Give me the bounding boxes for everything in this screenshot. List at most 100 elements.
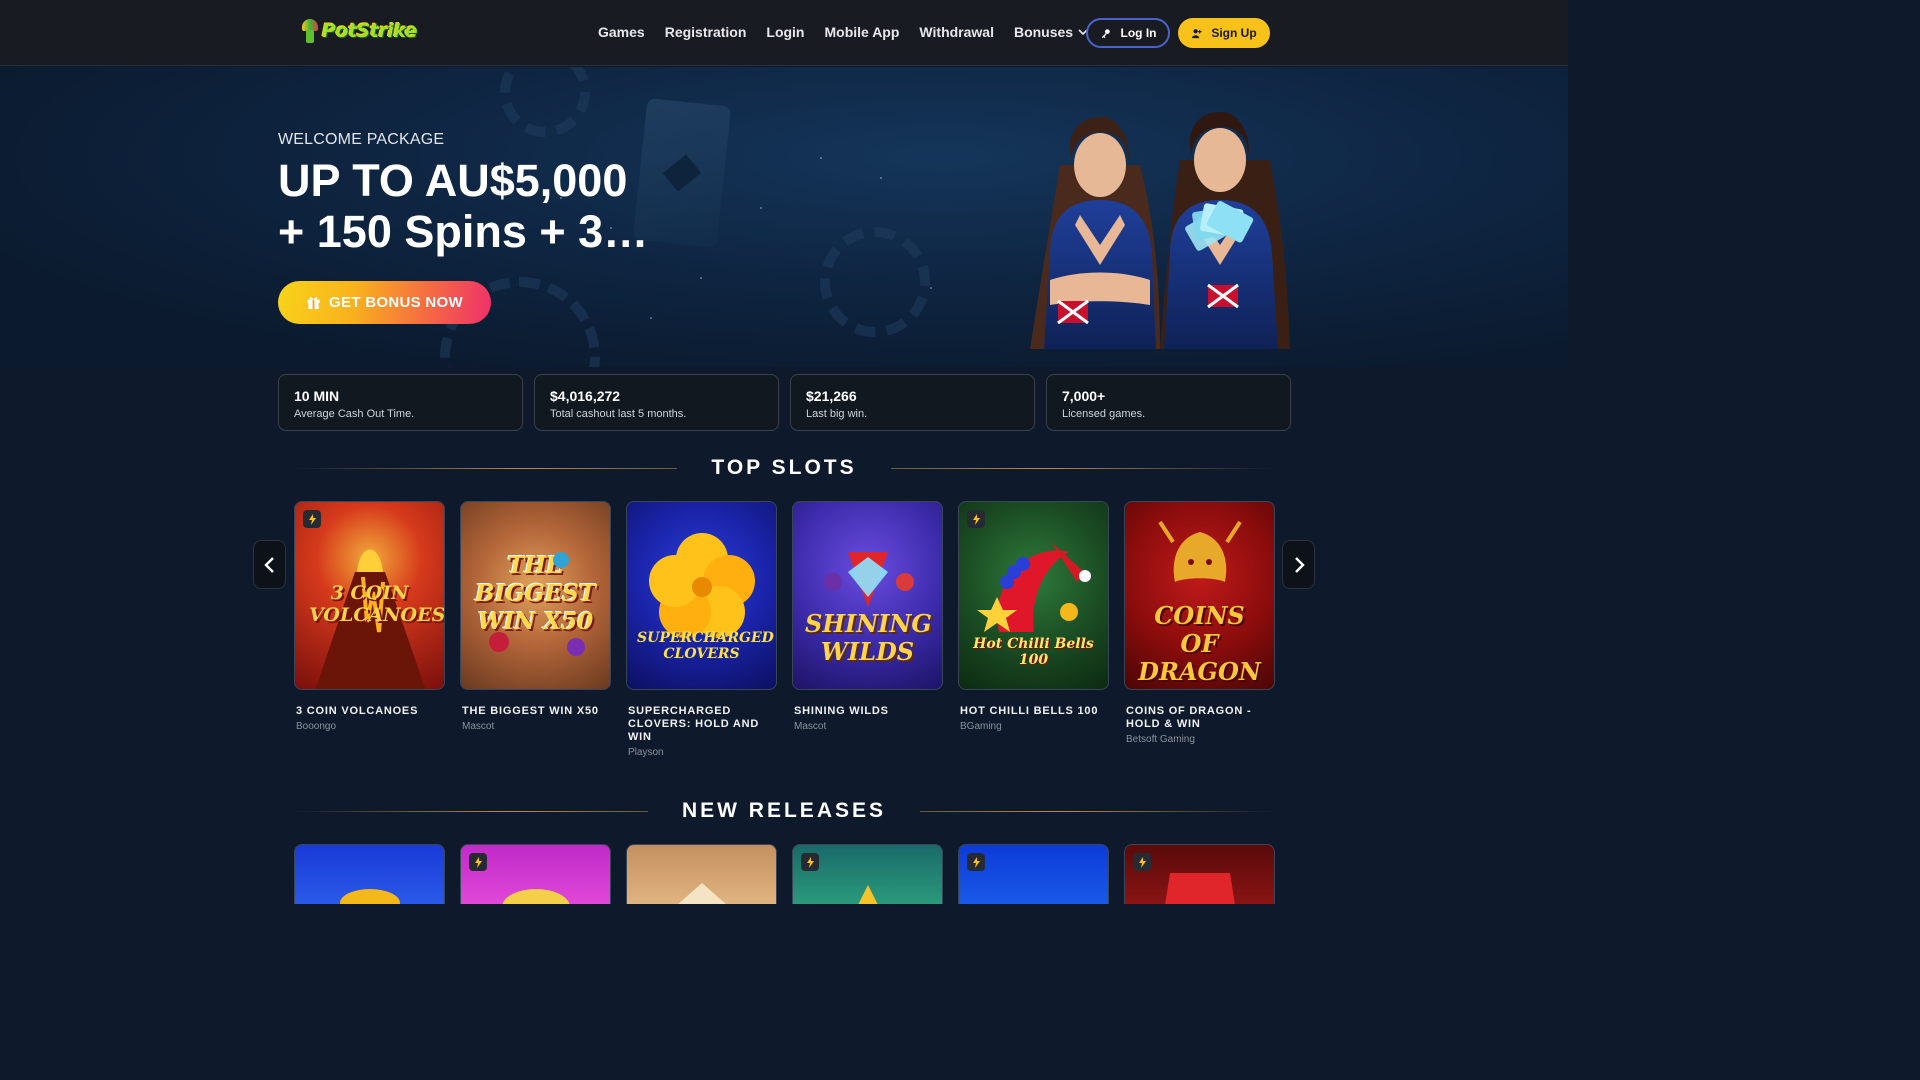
stat-value: $21,266 xyxy=(806,388,857,404)
slot-thumbnail[interactable]: COINS OF DRAGON xyxy=(1124,501,1275,690)
nav-item-games[interactable]: Games xyxy=(598,22,645,42)
nav-label: Mobile App xyxy=(824,24,900,40)
stat-value: $4,016,272 xyxy=(550,388,621,404)
lightning-icon xyxy=(1133,853,1151,871)
site-logo[interactable]: PotStrike xyxy=(300,16,418,46)
main-nav: Games Registration Login Mobile App With… xyxy=(598,22,1089,42)
signup-label: Sign Up xyxy=(1211,26,1257,40)
hero-title: UP TO AU$5,000 + 150 Spins + 3… xyxy=(278,155,698,257)
coins-art xyxy=(340,889,400,904)
hero-title-line: + 150 Spins + 3… xyxy=(278,206,649,257)
slot-art-title: COINS OF DRAGON xyxy=(1138,601,1261,686)
poker-chip-decoration xyxy=(820,227,930,337)
slot-name: THE BIGGEST WIN X50 xyxy=(462,705,599,717)
divider xyxy=(294,810,648,812)
carousel-next-button[interactable] xyxy=(1282,540,1315,589)
top-slots-header: TOP SLOTS xyxy=(294,453,1274,483)
slot-name: SUPERCHARGED CLOVERS: HOLD AND WIN xyxy=(628,705,760,743)
nav-label: Games xyxy=(598,24,645,40)
section-title: TOP SLOTS xyxy=(711,456,857,479)
hero-title-line: UP TO AU$5,000 xyxy=(278,155,628,206)
lightning-icon xyxy=(469,853,487,871)
slot-card[interactable]: SUPERCHARGED CLOVERS SUPERCHARGED CLOVER… xyxy=(626,501,777,758)
nav-label: Bonuses xyxy=(1013,24,1074,40)
slot-thumbnail[interactable] xyxy=(958,844,1109,904)
slot-card[interactable] xyxy=(1124,844,1275,904)
stat-value: 10 MIN xyxy=(294,388,340,404)
slot-name: HOT CHILLI BELLS 100 xyxy=(960,705,1099,717)
add-user-icon xyxy=(1192,28,1202,38)
nav-item-login[interactable]: Login xyxy=(766,22,804,42)
login-label: Log In xyxy=(1120,26,1157,40)
nav-label: Login xyxy=(766,24,805,40)
slot-provider: Mascot xyxy=(794,721,827,732)
slot-thumbnail[interactable]: 3 COIN VOLCANOES xyxy=(294,501,445,690)
signup-button[interactable]: Sign Up xyxy=(1178,18,1270,48)
stat-card: 10 MIN Average Cash Out Time. xyxy=(278,374,523,431)
divider xyxy=(890,467,1274,469)
slot-art-title: Hot Chilli Bells 100 xyxy=(973,636,1094,668)
slot-card[interactable]: COINS OF DRAGON COINS OF DRAGON - HOLD &… xyxy=(1124,501,1275,758)
divider xyxy=(294,467,678,469)
slot-thumbnail[interactable] xyxy=(1124,844,1275,904)
stat-card: $4,016,272 Total cashout last 5 months. xyxy=(534,374,779,431)
nav-label: Registration xyxy=(664,24,747,40)
top-slots-carousel: 3 COIN VOLCANOES 3 COIN VOLCANOES Booong… xyxy=(294,501,1275,758)
chevron-right-icon xyxy=(1294,556,1305,573)
new-releases-carousel xyxy=(294,844,1275,904)
slot-provider: Playson xyxy=(628,747,664,758)
carousel-prev-button[interactable] xyxy=(253,540,286,589)
slot-provider: Betsoft Gaming xyxy=(1126,734,1195,745)
slot-card[interactable] xyxy=(294,844,445,904)
section-title: NEW RELEASES xyxy=(681,799,887,822)
stat-card: $21,266 Last big win. xyxy=(790,374,1035,431)
slot-thumbnail[interactable] xyxy=(294,844,445,904)
slot-thumbnail[interactable] xyxy=(460,844,611,904)
stat-value: 7,000+ xyxy=(1062,388,1106,404)
slot-thumbnail[interactable]: SHINING WILDS xyxy=(792,501,943,690)
new-releases-header: NEW RELEASES xyxy=(294,796,1274,826)
slot-card[interactable]: THE BIGGEST WIN X50 THE BIGGEST WIN X50 … xyxy=(460,501,611,758)
slot-card[interactable]: 3 COIN VOLCANOES 3 COIN VOLCANOES Booong… xyxy=(294,501,445,758)
gift-icon xyxy=(307,297,320,310)
slot-provider: BGaming xyxy=(960,721,1002,732)
slot-provider: Booongo xyxy=(296,721,337,732)
nav-item-registration[interactable]: Registration xyxy=(665,22,747,42)
hostesses-illustration xyxy=(1030,111,1290,349)
slot-art-title: 3 COIN VOLCANOES xyxy=(309,582,445,626)
slot-name: COINS OF DRAGON - HOLD & WIN xyxy=(1126,705,1252,730)
nav-item-withdrawal[interactable]: Withdrawal xyxy=(919,22,994,42)
nav-item-bonuses[interactable]: Bonuses xyxy=(1014,22,1089,42)
login-button[interactable]: Log In xyxy=(1086,18,1170,48)
nav-item-mobile-app[interactable]: Mobile App xyxy=(825,22,900,42)
slot-thumbnail[interactable]: THE BIGGEST WIN X50 xyxy=(460,501,611,690)
slot-name: 3 COIN VOLCANOES xyxy=(296,705,419,717)
stats-row: 10 MIN Average Cash Out Time. $4,016,272… xyxy=(278,374,1291,431)
slot-thumbnail[interactable]: Hot Chilli Bells 100 xyxy=(958,501,1109,690)
slot-art-title: SUPERCHARGED CLOVERS xyxy=(637,630,774,662)
slot-name: SHINING WILDS xyxy=(794,705,889,717)
get-bonus-button[interactable]: GET BONUS NOW xyxy=(278,281,491,324)
stat-label: Last big win. xyxy=(806,408,868,420)
lightning-icon xyxy=(967,510,985,528)
slot-card[interactable] xyxy=(626,844,777,904)
hero-banner: WELCOME PACKAGE UP TO AU$5,000 + 150 Spi… xyxy=(0,67,1568,367)
lightning-icon xyxy=(303,510,321,528)
logo-icon xyxy=(300,19,320,43)
slot-thumbnail[interactable] xyxy=(792,844,943,904)
slot-card[interactable]: Hot Chilli Bells 100 HOT CHILLI BELLS 10… xyxy=(958,501,1109,758)
slot-card[interactable] xyxy=(460,844,611,904)
slot-thumbnail[interactable] xyxy=(626,844,777,904)
slot-card[interactable] xyxy=(792,844,943,904)
slot-card[interactable]: SHINING WILDS SHINING WILDS Mascot xyxy=(792,501,943,758)
stat-label: Licensed games. xyxy=(1062,408,1146,420)
lightning-icon xyxy=(801,853,819,871)
slot-thumbnail[interactable]: SUPERCHARGED CLOVERS xyxy=(626,501,777,690)
poker-chip-decoration xyxy=(500,67,590,137)
slot-card[interactable] xyxy=(958,844,1109,904)
stat-card: 7,000+ Licensed games. xyxy=(1046,374,1291,431)
stat-label: Total cashout last 5 months. xyxy=(550,408,687,420)
get-bonus-label: GET BONUS NOW xyxy=(329,294,463,311)
slot-art-title: SHINING WILDS xyxy=(805,609,932,666)
key-icon xyxy=(1101,28,1110,38)
